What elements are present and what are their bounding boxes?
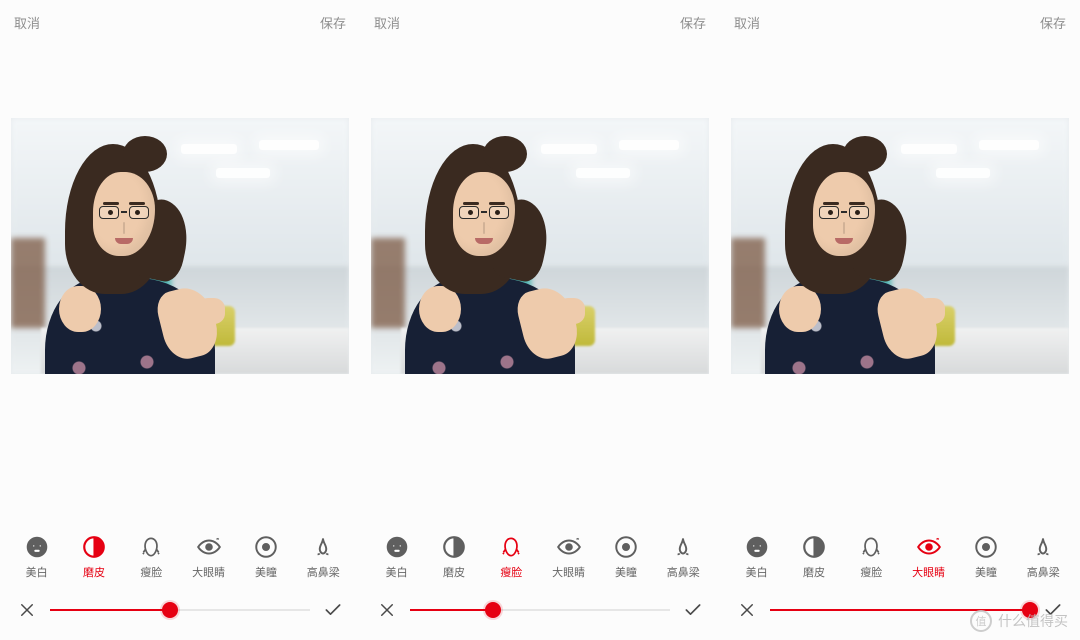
beauty-tool-pupil[interactable]: 美瞳 [962, 534, 1010, 580]
face-mask-icon [384, 534, 410, 560]
beauty-tool-row: 美白 磨皮 瘦脸 大眼睛 美瞳 [360, 534, 720, 580]
beauty-tool-label: 美瞳 [242, 564, 290, 580]
eye-icon [916, 534, 942, 560]
beauty-tool-label: 大眼睛 [905, 564, 953, 580]
watermark-badge: 值 [970, 610, 992, 632]
beauty-tool-whiten[interactable]: 美白 [13, 534, 61, 580]
beauty-tool-pupil[interactable]: 美瞳 [602, 534, 650, 580]
nose-icon [310, 534, 336, 560]
face-mask-icon [24, 534, 50, 560]
beauty-tool-label: 美白 [373, 564, 421, 580]
beauty-tool-label: 美瞳 [602, 564, 650, 580]
contrast-icon [441, 534, 467, 560]
beauty-tool-label: 高鼻梁 [1019, 564, 1067, 580]
face-mask-icon [744, 534, 770, 560]
beauty-tool-smooth[interactable]: 磨皮 [70, 534, 118, 580]
beauty-tool-nose[interactable]: 高鼻梁 [659, 534, 707, 580]
beauty-tool-nose[interactable]: 高鼻梁 [299, 534, 347, 580]
nose-icon [1030, 534, 1056, 560]
beauty-tool-eye[interactable]: 大眼睛 [905, 534, 953, 580]
beauty-tool-label: 瘦脸 [127, 564, 175, 580]
beauty-tool-row: 美白 磨皮 瘦脸 大眼睛 美瞳 [720, 534, 1080, 580]
beauty-tool-label: 大眼睛 [185, 564, 233, 580]
beauty-tool-label: 美白 [13, 564, 61, 580]
cancel-button[interactable]: 取消 [734, 13, 760, 32]
contrast-icon [801, 534, 827, 560]
beauty-tool-label: 瘦脸 [847, 564, 895, 580]
save-button[interactable]: 保存 [680, 13, 706, 32]
top-bar: 取消 保存 [720, 0, 1080, 36]
top-bar: 取消 保存 [360, 0, 720, 36]
contrast-icon [81, 534, 107, 560]
photo-preview[interactable] [11, 118, 349, 374]
close-icon[interactable] [376, 599, 398, 621]
save-button[interactable]: 保存 [1040, 13, 1066, 32]
beauty-tool-eye[interactable]: 大眼睛 [185, 534, 233, 580]
beauty-tool-pupil[interactable]: 美瞳 [242, 534, 290, 580]
triptych: 取消 保存 美白 [0, 0, 1080, 640]
beauty-tool-eye[interactable]: 大眼睛 [545, 534, 593, 580]
beauty-tool-label: 磨皮 [430, 564, 478, 580]
editor-panel-1: 取消 保存 美白 [0, 0, 360, 640]
beauty-tool-slim[interactable]: 瘦脸 [847, 534, 895, 580]
beauty-tool-row: 美白 磨皮 瘦脸 大眼睛 美瞳 [0, 534, 360, 580]
iris-icon [973, 534, 999, 560]
beauty-tool-label: 磨皮 [70, 564, 118, 580]
beauty-tool-whiten[interactable]: 美白 [373, 534, 421, 580]
beauty-tool-label: 瘦脸 [487, 564, 535, 580]
beauty-tool-slim[interactable]: 瘦脸 [487, 534, 535, 580]
intensity-slider[interactable] [410, 609, 670, 611]
beauty-tool-smooth[interactable]: 磨皮 [790, 534, 838, 580]
intensity-slider-row [360, 592, 720, 628]
eye-icon [556, 534, 582, 560]
save-button[interactable]: 保存 [320, 13, 346, 32]
photo-preview[interactable] [371, 118, 709, 374]
beauty-tool-slim[interactable]: 瘦脸 [127, 534, 175, 580]
beauty-tool-label: 美瞳 [962, 564, 1010, 580]
photo-preview[interactable] [731, 118, 1069, 374]
intensity-slider-row [0, 592, 360, 628]
slim-face-icon [498, 534, 524, 560]
nose-icon [670, 534, 696, 560]
photo-scene [371, 118, 709, 374]
slim-face-icon [138, 534, 164, 560]
beauty-tool-label: 美白 [733, 564, 781, 580]
photo-scene [731, 118, 1069, 374]
cancel-button[interactable]: 取消 [14, 13, 40, 32]
beauty-tool-label: 高鼻梁 [299, 564, 347, 580]
beauty-tool-nose[interactable]: 高鼻梁 [1019, 534, 1067, 580]
editor-panel-3: 取消 保存 美白 [720, 0, 1080, 640]
beauty-tool-label: 高鼻梁 [659, 564, 707, 580]
close-icon[interactable] [16, 599, 38, 621]
iris-icon [253, 534, 279, 560]
close-icon[interactable] [736, 599, 758, 621]
editor-panel-2: 取消 保存 美白 [360, 0, 720, 640]
iris-icon [613, 534, 639, 560]
photo-scene [11, 118, 349, 374]
top-bar: 取消 保存 [0, 0, 360, 36]
confirm-icon[interactable] [322, 599, 344, 621]
confirm-icon[interactable] [682, 599, 704, 621]
beauty-tool-smooth[interactable]: 磨皮 [430, 534, 478, 580]
slim-face-icon [858, 534, 884, 560]
intensity-slider[interactable] [50, 609, 310, 611]
watermark: 值 什么值得买 [970, 610, 1068, 632]
beauty-tool-label: 大眼睛 [545, 564, 593, 580]
watermark-text: 什么值得买 [998, 611, 1068, 631]
beauty-tool-label: 磨皮 [790, 564, 838, 580]
eye-icon [196, 534, 222, 560]
cancel-button[interactable]: 取消 [374, 13, 400, 32]
beauty-tool-whiten[interactable]: 美白 [733, 534, 781, 580]
